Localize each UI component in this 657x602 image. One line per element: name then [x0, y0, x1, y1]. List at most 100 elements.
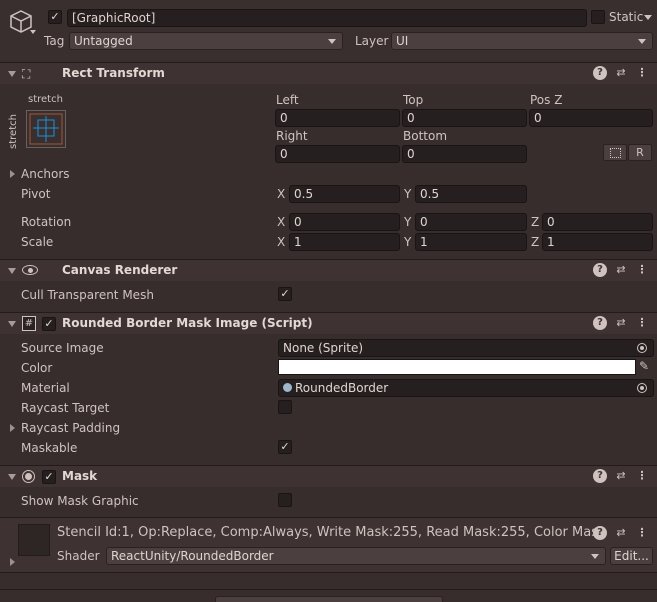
shader-value: ReactUnity/RoundedBorder: [111, 549, 274, 563]
material-foldout-arrow-icon[interactable]: [10, 558, 15, 566]
cull-transparent-mesh-label: Cull Transparent Mesh: [21, 288, 154, 302]
scale-z-axis-label: Z: [531, 235, 540, 249]
scale-x-axis-label: X: [277, 235, 286, 249]
more-icon[interactable]: ⋮: [635, 316, 649, 330]
left-field[interactable]: 0: [275, 109, 400, 127]
layer-dropdown[interactable]: UI: [391, 32, 653, 50]
anchors-label[interactable]: Anchors: [21, 167, 70, 181]
more-icon[interactable]: ⋮: [635, 263, 649, 277]
raycast-target-label: Raycast Target: [21, 401, 110, 415]
help-icon[interactable]: ?: [593, 66, 607, 80]
mask-header[interactable]: ✓ Mask ? ⇄ ⋮: [0, 465, 657, 487]
material-field[interactable]: RoundedBorder: [278, 379, 654, 397]
color-label: Color: [21, 361, 53, 375]
presets-icon[interactable]: ⇄: [614, 316, 628, 330]
active-toggle[interactable]: ✓: [48, 10, 62, 24]
chevron-down-icon: [591, 554, 599, 559]
canvas-renderer-header[interactable]: Canvas Renderer ? ⇄ ⋮: [0, 259, 657, 281]
check-icon: ✓: [44, 470, 54, 483]
bottom-field[interactable]: 0: [402, 145, 527, 163]
presets-icon[interactable]: ⇄: [614, 66, 628, 80]
check-icon: ✓: [44, 317, 54, 330]
left-label: Left: [276, 93, 299, 107]
blueprint-mode-button[interactable]: [603, 144, 627, 161]
rounded-mask-header[interactable]: # ✓ Rounded Border Mask Image (Script) ?…: [0, 312, 657, 334]
bottom-label: Bottom: [403, 129, 448, 143]
right-field[interactable]: 0: [275, 145, 400, 163]
anchors-foldout-arrow-icon[interactable]: [10, 170, 15, 178]
layer-label: Layer: [355, 34, 389, 48]
help-icon[interactable]: ?: [593, 316, 607, 330]
raycast-padding-label[interactable]: Raycast Padding: [21, 421, 120, 435]
rotation-z-field[interactable]: 0: [542, 213, 653, 231]
stencil-info-text: Stencil Id:1, Op:Replace, Comp:Always, W…: [57, 525, 603, 540]
raw-edit-button[interactable]: R: [628, 144, 652, 161]
object-picker-icon[interactable]: [637, 343, 647, 353]
scale-y-axis-label: Y: [404, 235, 412, 249]
rect-transform-header[interactable]: ⛶ Rect Transform ? ⇄ ⋮: [0, 62, 657, 84]
eye-pupil-icon: [28, 268, 33, 273]
cull-transparent-mesh-checkbox[interactable]: ✓: [278, 287, 292, 301]
material-preview-section: Stencil Id:1, Op:Replace, Comp:Always, W…: [0, 517, 657, 573]
check-icon: ✓: [280, 287, 290, 300]
pivot-y-field[interactable]: 0.5: [415, 185, 527, 203]
tag-dropdown[interactable]: Untagged: [69, 32, 343, 50]
anchor-v-label: stretch: [7, 114, 19, 149]
posz-field[interactable]: 0: [529, 109, 653, 127]
anchor-presets-button[interactable]: [26, 110, 66, 148]
rect-transform-icon: ⛶: [22, 67, 31, 81]
object-header: ✓ [GraphicRoot] Static Tag Untagged Laye…: [0, 0, 657, 62]
canvas-renderer-title: Canvas Renderer: [62, 263, 178, 277]
more-icon[interactable]: ⋮: [635, 469, 649, 483]
foldout-arrow-icon[interactable]: [8, 71, 16, 77]
help-icon[interactable]: ?: [593, 469, 607, 483]
source-image-value: None (Sprite): [283, 341, 364, 355]
top-field[interactable]: 0: [402, 109, 527, 127]
tag-label: Tag: [44, 34, 65, 48]
mask-inner-icon: [25, 473, 32, 480]
static-label[interactable]: Static: [609, 10, 643, 24]
eyedropper-icon[interactable]: ✎: [639, 359, 649, 373]
pivot-x-field[interactable]: 0.5: [289, 185, 400, 203]
object-name-field[interactable]: [GraphicRoot]: [67, 9, 587, 27]
help-icon[interactable]: ?: [593, 526, 607, 540]
raycast-target-checkbox[interactable]: [278, 400, 292, 414]
mask-enabled-checkbox[interactable]: ✓: [42, 470, 56, 484]
maskable-checkbox[interactable]: ✓: [278, 440, 292, 454]
foldout-arrow-icon[interactable]: [8, 268, 16, 274]
static-checkbox[interactable]: [591, 10, 605, 24]
presets-icon[interactable]: ⇄: [614, 526, 628, 540]
source-image-field[interactable]: None (Sprite): [278, 339, 654, 357]
presets-icon[interactable]: ⇄: [614, 469, 628, 483]
shader-edit-button[interactable]: Edit...: [610, 547, 653, 565]
maskable-label: Maskable: [21, 441, 78, 455]
help-icon[interactable]: ?: [593, 263, 607, 277]
static-dropdown-arrow-icon[interactable]: [644, 15, 652, 20]
scale-x-field[interactable]: 1: [289, 233, 400, 251]
object-picker-icon[interactable]: [637, 383, 647, 393]
rotation-y-axis-label: Y: [404, 215, 412, 229]
bottom-separator: [0, 589, 657, 590]
rounded-mask-enabled-checkbox[interactable]: ✓: [42, 317, 56, 331]
scale-z-field[interactable]: 1: [542, 233, 653, 251]
icon-dropdown-arrow-icon[interactable]: [30, 30, 36, 34]
scale-label: Scale: [21, 235, 54, 249]
source-image-label: Source Image: [21, 341, 104, 355]
rounded-mask-title: Rounded Border Mask Image (Script): [62, 316, 313, 330]
rect-transform-title: Rect Transform: [62, 66, 165, 80]
rotation-z-axis-label: Z: [531, 215, 540, 229]
foldout-arrow-icon[interactable]: [8, 474, 16, 480]
rotation-y-field[interactable]: 0: [415, 213, 527, 231]
more-icon[interactable]: ⋮: [635, 66, 649, 80]
shader-dropdown[interactable]: ReactUnity/RoundedBorder: [106, 547, 606, 565]
scale-y-field[interactable]: 1: [415, 233, 527, 251]
rotation-x-field[interactable]: 0: [289, 213, 400, 231]
more-icon[interactable]: ⋮: [635, 526, 649, 540]
chevron-down-icon: [638, 39, 646, 44]
foldout-arrow-icon[interactable]: [8, 321, 16, 327]
show-mask-graphic-checkbox[interactable]: [278, 493, 292, 507]
presets-icon[interactable]: ⇄: [614, 263, 628, 277]
add-component-button[interactable]: [215, 596, 443, 602]
raycast-padding-foldout-arrow-icon[interactable]: [10, 424, 15, 432]
color-field[interactable]: [278, 359, 636, 375]
